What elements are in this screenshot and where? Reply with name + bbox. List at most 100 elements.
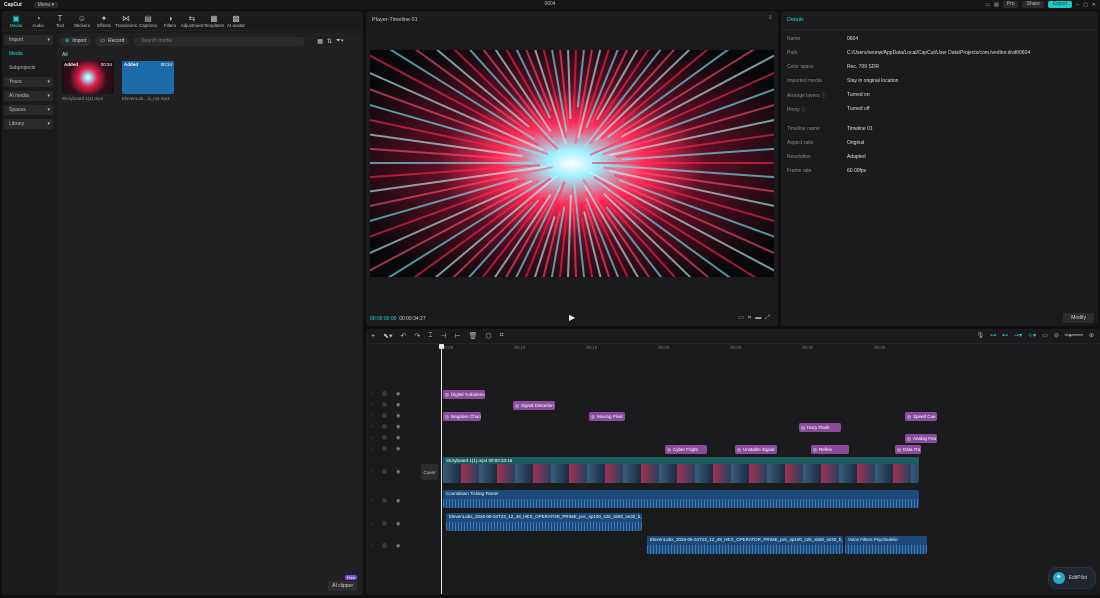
sidebar-item-spaces[interactable]: Spaces ▾ xyxy=(4,105,53,115)
tab-effects[interactable]: ✦ Effects xyxy=(94,11,114,30)
sort-icon[interactable]: ⇅ xyxy=(327,38,332,45)
track-controls[interactable]: ◌ ⊡ ◉ xyxy=(370,424,404,430)
tab-stickers[interactable]: ☺ Stickers xyxy=(72,11,92,30)
effect-clip[interactable]: Cyber Fright xyxy=(665,445,707,454)
tab-filters[interactable]: ◑ Filters xyxy=(160,11,180,30)
track-controls[interactable]: ◌ ⊡ ◉ xyxy=(370,521,404,527)
zoom-in-icon[interactable]: ⊕ xyxy=(1089,332,1094,339)
sidebar-item-import[interactable]: Import ▾ xyxy=(4,35,53,45)
track-controls[interactable]: ◌ ⊡ ◉ xyxy=(370,391,404,397)
link-icon[interactable]: ⊶ xyxy=(990,332,996,339)
crop-tool-icon[interactable]: ⌗ xyxy=(500,332,504,340)
layout-icon[interactable]: ▭ xyxy=(985,2,990,8)
track-controls[interactable]: ◌ ⊡ ◉ xyxy=(370,498,404,504)
tab-audio[interactable]: ◔ Audio xyxy=(28,11,48,30)
audio-clip[interactable]: Countdown Ticking Teaser xyxy=(443,490,919,508)
sidebar-item-yours[interactable]: Yours ▾ xyxy=(4,77,53,87)
tab-transitions[interactable]: ⋈ Transitions xyxy=(115,11,137,30)
split-icon[interactable]: ⌶ xyxy=(428,332,432,340)
pro-button[interactable]: Pro xyxy=(1002,1,1019,8)
audio-clip[interactable]: ElevenLabs_2026-06-04T23_12_49_HEX_OPERA… xyxy=(647,536,843,554)
shortcut-icon[interactable]: ▤ xyxy=(994,2,999,8)
minimize-icon[interactable]: – xyxy=(1076,2,1079,8)
filter-all[interactable]: All xyxy=(62,52,361,58)
mic-icon[interactable]: 🎙 xyxy=(976,332,984,339)
effect-clip[interactable]: Moving Pixel xyxy=(589,412,625,421)
record-button[interactable]: ▭ Record xyxy=(95,36,130,46)
main-video-clip[interactable]: Storyboard 1(1).mp4 00:00:33:16 xyxy=(443,457,919,483)
play-button[interactable]: ▶ xyxy=(569,313,575,322)
tab-adjustment[interactable]: ⇆ Adjustment xyxy=(181,11,204,30)
modify-button[interactable]: Modify xyxy=(1063,313,1094,323)
close-icon[interactable]: ✕ xyxy=(1092,2,1096,8)
ai-clipper-button[interactable]: Free AI clipper xyxy=(328,575,357,591)
tab-templates[interactable]: ▦ Templates xyxy=(204,11,225,30)
delete-icon[interactable]: 🗑 xyxy=(469,332,478,340)
magnet-icon[interactable]: ⊷ xyxy=(1002,332,1008,339)
tab-text[interactable]: T Text xyxy=(50,11,70,30)
effect-clip[interactable]: Analog Fea xyxy=(905,434,937,443)
sidebar-item-ai-media[interactable]: AI media ▾ xyxy=(4,91,53,101)
sidebar-item-media[interactable]: Media xyxy=(4,49,53,59)
media-item-audio[interactable]: Added 00:34 ElevenLab....b_m2.mp3 xyxy=(122,61,174,101)
filter-icon[interactable]: ⏷▾ xyxy=(336,38,344,45)
select-tool-icon[interactable]: ⬉▾ xyxy=(383,332,392,340)
share-button[interactable]: Share xyxy=(1022,1,1044,8)
caption-icon[interactable]: ▭ xyxy=(1042,332,1048,339)
waveform xyxy=(647,545,843,554)
tab-icon: ▤ xyxy=(144,14,152,23)
sidebar-item-subprojects[interactable]: Subprojects xyxy=(4,63,53,73)
cover-button[interactable]: Cover xyxy=(421,464,438,480)
details-row: Arrange layers ⓘ Turned on xyxy=(787,92,870,99)
ratio-icon[interactable]: ▬ xyxy=(755,315,765,321)
playhead[interactable] xyxy=(439,344,444,594)
zoom-slider[interactable]: ━●━━━ xyxy=(1065,332,1083,339)
track-controls[interactable]: ◌ ⊡ ◉ xyxy=(370,469,404,475)
track-controls[interactable]: ◌ ⊡ ◉ xyxy=(370,402,404,408)
tab-ai-avatar[interactable]: ▩ AI avatar xyxy=(226,11,246,30)
tab-media[interactable]: ▣ Media xyxy=(6,11,26,30)
audio-clip[interactable]: ElevenLabs_2026-06-04T23_12_49_HEX_OPERA… xyxy=(446,513,642,531)
split-right-icon[interactable]: ⊢ xyxy=(455,332,461,340)
split-left-icon[interactable]: ⊣ xyxy=(440,332,446,340)
effect-clip[interactable]: Speed Cue xyxy=(905,412,937,421)
effect-clip[interactable]: Data Tra xyxy=(895,445,921,454)
effect-clip[interactable]: Negative Chao xyxy=(443,412,481,421)
undo-icon[interactable]: ↶ xyxy=(400,332,406,340)
effect-clip[interactable]: Hazy Flash xyxy=(799,423,841,432)
search-input[interactable] xyxy=(133,36,306,46)
timeline-ruler[interactable]: 00:00 00:10 00:15 00:20 00:25 00:30 00:35 xyxy=(442,343,1100,353)
editpilot-button[interactable]: ✦ EditPilot xyxy=(1047,567,1096,589)
effect-clip[interactable]: Digital Turbulence xyxy=(443,390,485,399)
import-button[interactable]: ⊕ Import xyxy=(60,36,92,46)
subtitle-icon[interactable]: ▭ xyxy=(738,315,748,321)
player-menu-icon[interactable]: ≡ xyxy=(768,15,772,21)
details-row: Frame rate 60.00fps xyxy=(787,168,867,174)
ruler-tick: 00:25 xyxy=(730,345,742,350)
zoom-out-icon[interactable]: ⊖ xyxy=(1054,332,1059,339)
maximize-icon[interactable]: ▢ xyxy=(1083,2,1088,8)
details-row: Path C:/Users/seonw/AppData/Local/CapCut/… xyxy=(787,50,1031,56)
track-controls[interactable]: ◌ ⊡ ◉ xyxy=(370,413,404,419)
plus-icon: ⊕ xyxy=(65,37,70,44)
media-item-video[interactable]: Added 00:34 Storyboard 1(1).mp4 xyxy=(62,61,114,101)
tab-icon: ◔ xyxy=(35,14,41,23)
sidebar-item-library[interactable]: Library ▾ xyxy=(4,119,53,129)
effect-clip[interactable]: Unstable Signal xyxy=(735,445,777,454)
effect-clip[interactable]: Signal Distortion xyxy=(513,401,555,410)
video-preview[interactable] xyxy=(370,50,774,277)
mask-icon[interactable]: ⬡ xyxy=(486,332,492,340)
track-controls[interactable]: ◌ ⊡ ◉ xyxy=(370,446,404,452)
export-button[interactable]: Export xyxy=(1047,1,1073,8)
view-toggle-icon[interactable]: ▦ xyxy=(317,38,323,45)
fullscreen-icon[interactable]: ⤢ xyxy=(765,315,774,321)
add-icon[interactable]: + xyxy=(371,333,375,340)
snap-icon[interactable]: ⊸▾ xyxy=(1014,332,1022,339)
tab-captions[interactable]: ▤ Captions xyxy=(138,11,158,30)
audio-clip[interactable]: Voice Filters Psychedelic xyxy=(845,536,927,554)
redo-icon[interactable]: ↷ xyxy=(414,332,420,340)
track-controls[interactable]: ◌ ⊡ ◉ xyxy=(370,543,404,549)
effect-clip[interactable]: Refine xyxy=(811,445,849,454)
preview-axis-icon[interactable]: ⊹▾ xyxy=(1028,332,1036,339)
track-controls[interactable]: ◌ ⊡ ◉ xyxy=(370,435,404,441)
